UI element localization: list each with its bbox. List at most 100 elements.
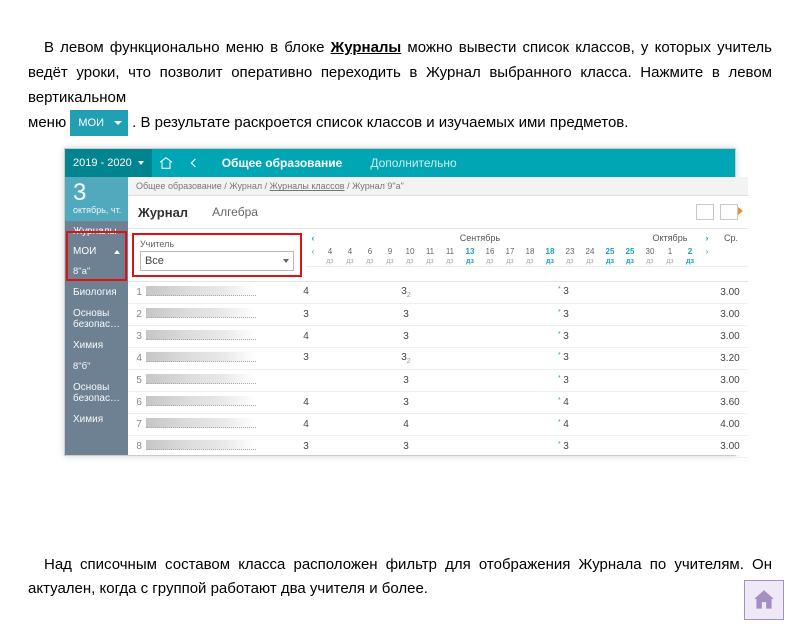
day-cell[interactable]: 23дз bbox=[560, 247, 580, 266]
grade-cell[interactable]: *3 bbox=[556, 309, 576, 320]
grade-cell[interactable] bbox=[656, 331, 676, 342]
grade-cell[interactable] bbox=[456, 375, 476, 386]
breadcrumb-link[interactable]: Журналы классов bbox=[270, 181, 345, 191]
grade-cell[interactable] bbox=[296, 375, 316, 386]
day-cell[interactable]: 11дз bbox=[420, 247, 440, 266]
grade-cell[interactable] bbox=[516, 286, 536, 299]
grade-cell[interactable]: 32 bbox=[396, 352, 416, 365]
grade-cell[interactable] bbox=[536, 441, 556, 452]
sidebar-item[interactable]: Основы безопас… bbox=[65, 303, 128, 335]
day-cell[interactable]: 6дз bbox=[360, 247, 380, 266]
grade-cell[interactable] bbox=[536, 397, 556, 408]
grade-cell[interactable] bbox=[656, 397, 676, 408]
grade-cell[interactable]: *3 bbox=[556, 441, 576, 452]
grade-cell[interactable]: 4 bbox=[296, 397, 316, 408]
grade-cell[interactable] bbox=[456, 419, 476, 430]
grade-cell[interactable] bbox=[516, 375, 536, 386]
sidebar-item[interactable]: 8"б" bbox=[65, 356, 128, 377]
grade-cell[interactable] bbox=[476, 331, 496, 342]
grade-cell[interactable] bbox=[596, 352, 616, 365]
sidebar-section-journals[interactable]: Журналы bbox=[65, 221, 128, 242]
grade-cell[interactable] bbox=[336, 419, 356, 430]
grade-cell[interactable] bbox=[636, 286, 656, 299]
month-prev[interactable]: ‹ bbox=[306, 233, 320, 243]
grade-cell[interactable] bbox=[456, 352, 476, 365]
month-next[interactable]: › bbox=[700, 233, 714, 243]
grade-cell[interactable] bbox=[436, 309, 456, 320]
grade-cell[interactable] bbox=[356, 286, 376, 299]
grade-cell[interactable] bbox=[636, 375, 656, 386]
grade-cell[interactable] bbox=[496, 309, 516, 320]
grade-cell[interactable] bbox=[416, 352, 436, 365]
day-cell[interactable]: 24дз bbox=[580, 247, 600, 266]
toolbar-button-1[interactable] bbox=[696, 204, 714, 220]
grade-cell[interactable]: *4 bbox=[556, 419, 576, 430]
grade-cell[interactable]: 4 bbox=[396, 419, 416, 430]
grade-cell[interactable] bbox=[616, 286, 636, 299]
grade-cell[interactable] bbox=[456, 286, 476, 299]
grade-cell[interactable] bbox=[636, 309, 656, 320]
day-cell[interactable]: 11дз bbox=[440, 247, 460, 266]
grade-cell[interactable] bbox=[436, 419, 456, 430]
grade-cell[interactable] bbox=[596, 419, 616, 430]
grade-cell[interactable]: 3 bbox=[296, 309, 316, 320]
grade-cell[interactable] bbox=[656, 419, 676, 430]
grade-cell[interactable] bbox=[636, 397, 656, 408]
grade-cell[interactable] bbox=[376, 286, 396, 299]
grade-cell[interactable] bbox=[576, 419, 596, 430]
day-cell[interactable]: 4дз bbox=[340, 247, 360, 266]
grade-cell[interactable] bbox=[596, 331, 616, 342]
day-cell[interactable]: 25дз bbox=[600, 247, 620, 266]
grade-cell[interactable] bbox=[616, 441, 636, 452]
grade-cell[interactable]: *3 bbox=[556, 352, 576, 365]
grade-cell[interactable] bbox=[476, 375, 496, 386]
grade-cell[interactable] bbox=[356, 441, 376, 452]
grade-cell[interactable] bbox=[516, 441, 536, 452]
grade-cell[interactable] bbox=[476, 397, 496, 408]
day-cell[interactable]: 9дз bbox=[380, 247, 400, 266]
subject-select[interactable]: Алгебра bbox=[212, 205, 258, 219]
sidebar-item[interactable]: Химия bbox=[65, 335, 128, 356]
grade-cell[interactable]: 4 bbox=[296, 331, 316, 342]
sidebar-moi[interactable]: МОИ bbox=[65, 242, 128, 261]
grade-cell[interactable] bbox=[496, 352, 516, 365]
grade-cell[interactable]: 3 bbox=[396, 331, 416, 342]
grade-cell[interactable] bbox=[316, 397, 336, 408]
grade-cell[interactable] bbox=[536, 352, 556, 365]
grade-cell[interactable] bbox=[656, 309, 676, 320]
grade-cell[interactable] bbox=[436, 331, 456, 342]
day-next[interactable]: › bbox=[700, 247, 714, 266]
grade-cell[interactable] bbox=[436, 375, 456, 386]
grade-cell[interactable] bbox=[436, 286, 456, 299]
grade-cell[interactable] bbox=[336, 331, 356, 342]
grade-cell[interactable] bbox=[356, 309, 376, 320]
teacher-select[interactable]: Все bbox=[140, 251, 294, 271]
grade-cell[interactable] bbox=[376, 352, 396, 365]
grade-cell[interactable] bbox=[636, 419, 656, 430]
grade-cell[interactable] bbox=[316, 375, 336, 386]
grade-cell[interactable] bbox=[636, 352, 656, 365]
grade-cell[interactable] bbox=[456, 397, 476, 408]
grade-cell[interactable]: 3 bbox=[396, 309, 416, 320]
grade-cell[interactable] bbox=[616, 309, 636, 320]
home-button[interactable] bbox=[744, 580, 784, 620]
grade-cell[interactable] bbox=[316, 441, 336, 452]
grade-cell[interactable] bbox=[656, 352, 676, 365]
grade-cell[interactable] bbox=[316, 309, 336, 320]
grade-cell[interactable] bbox=[596, 286, 616, 299]
grade-cell[interactable] bbox=[616, 352, 636, 365]
grade-cell[interactable] bbox=[416, 441, 436, 452]
grade-cell[interactable] bbox=[496, 375, 516, 386]
grade-cell[interactable] bbox=[336, 309, 356, 320]
day-cell[interactable]: 18дз bbox=[520, 247, 540, 266]
grade-cell[interactable] bbox=[496, 397, 516, 408]
day-cell[interactable]: 30дз bbox=[640, 247, 660, 266]
day-cell[interactable]: 2дз bbox=[680, 247, 700, 266]
grade-cell[interactable] bbox=[596, 375, 616, 386]
grade-cell[interactable] bbox=[476, 352, 496, 365]
grade-cell[interactable] bbox=[456, 309, 476, 320]
grade-cell[interactable] bbox=[356, 375, 376, 386]
grade-cell[interactable]: 4 bbox=[296, 286, 316, 299]
grade-cell[interactable] bbox=[356, 419, 376, 430]
grade-cell[interactable] bbox=[416, 419, 436, 430]
